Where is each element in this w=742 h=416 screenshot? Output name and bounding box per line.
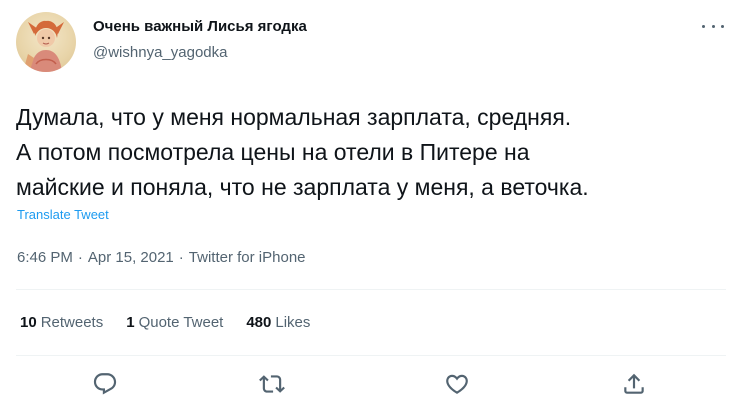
heart-icon xyxy=(446,374,468,394)
tweet-date[interactable]: Apr 15, 2021 xyxy=(88,249,174,266)
tweet-text-line: майские и поняла, что не зарплата у меня… xyxy=(16,174,589,200)
separator: · xyxy=(77,249,83,266)
username[interactable]: @wishnya_yagodka xyxy=(93,44,227,61)
reply-button[interactable] xyxy=(92,371,118,397)
share-icon xyxy=(624,373,644,394)
tweet-text: Думала, что у меня нормальная зарплата, … xyxy=(16,100,728,205)
engagement-stats: 10 Retweets 1 Quote Tweet 480 Likes xyxy=(20,314,333,331)
share-button[interactable] xyxy=(621,371,647,397)
more-dot xyxy=(721,24,724,28)
retweets-count: 10 xyxy=(20,314,37,331)
tweet-time[interactable]: 6:46 PM xyxy=(17,249,73,266)
quote-tweets-stat[interactable]: 1 Quote Tweet xyxy=(126,314,223,331)
likes-stat[interactable]: 480 Likes xyxy=(246,314,310,331)
quote-tweets-label: Quote Tweet xyxy=(138,314,224,331)
quote-tweets-count: 1 xyxy=(126,314,135,331)
separator: · xyxy=(178,249,184,266)
translate-tweet-link[interactable]: Translate Tweet xyxy=(17,207,109,222)
like-button[interactable] xyxy=(444,371,470,397)
likes-label: Likes xyxy=(275,314,311,331)
tweet-card: Очень важный Лисья ягодка @wishnya_yagod… xyxy=(0,0,742,416)
more-dot xyxy=(702,24,705,28)
retweets-label: Retweets xyxy=(40,314,104,331)
likes-count: 480 xyxy=(246,314,272,331)
tweet-text-line: А потом посмотрела цены на отели в Питер… xyxy=(16,139,530,165)
divider xyxy=(16,355,726,356)
divider xyxy=(16,289,726,290)
retweet-button[interactable] xyxy=(259,371,285,397)
more-dot xyxy=(711,24,715,28)
reply-icon xyxy=(93,373,117,395)
more-dots-icon[interactable] xyxy=(702,18,724,34)
tweet-text-line: Думала, что у меня нормальная зарплата, … xyxy=(16,104,572,130)
avatar[interactable] xyxy=(16,12,76,72)
tweet-source[interactable]: Twitter for iPhone xyxy=(189,249,306,266)
retweets-stat[interactable]: 10 Retweets xyxy=(20,314,103,331)
display-name[interactable]: Очень важный Лисья ягодка xyxy=(93,18,307,35)
tweet-metadata: 6:46 PM · Apr 15, 2021 · Twitter for iPhone xyxy=(17,249,306,266)
retweet-icon xyxy=(259,375,285,393)
avatar-illustration xyxy=(24,20,64,72)
